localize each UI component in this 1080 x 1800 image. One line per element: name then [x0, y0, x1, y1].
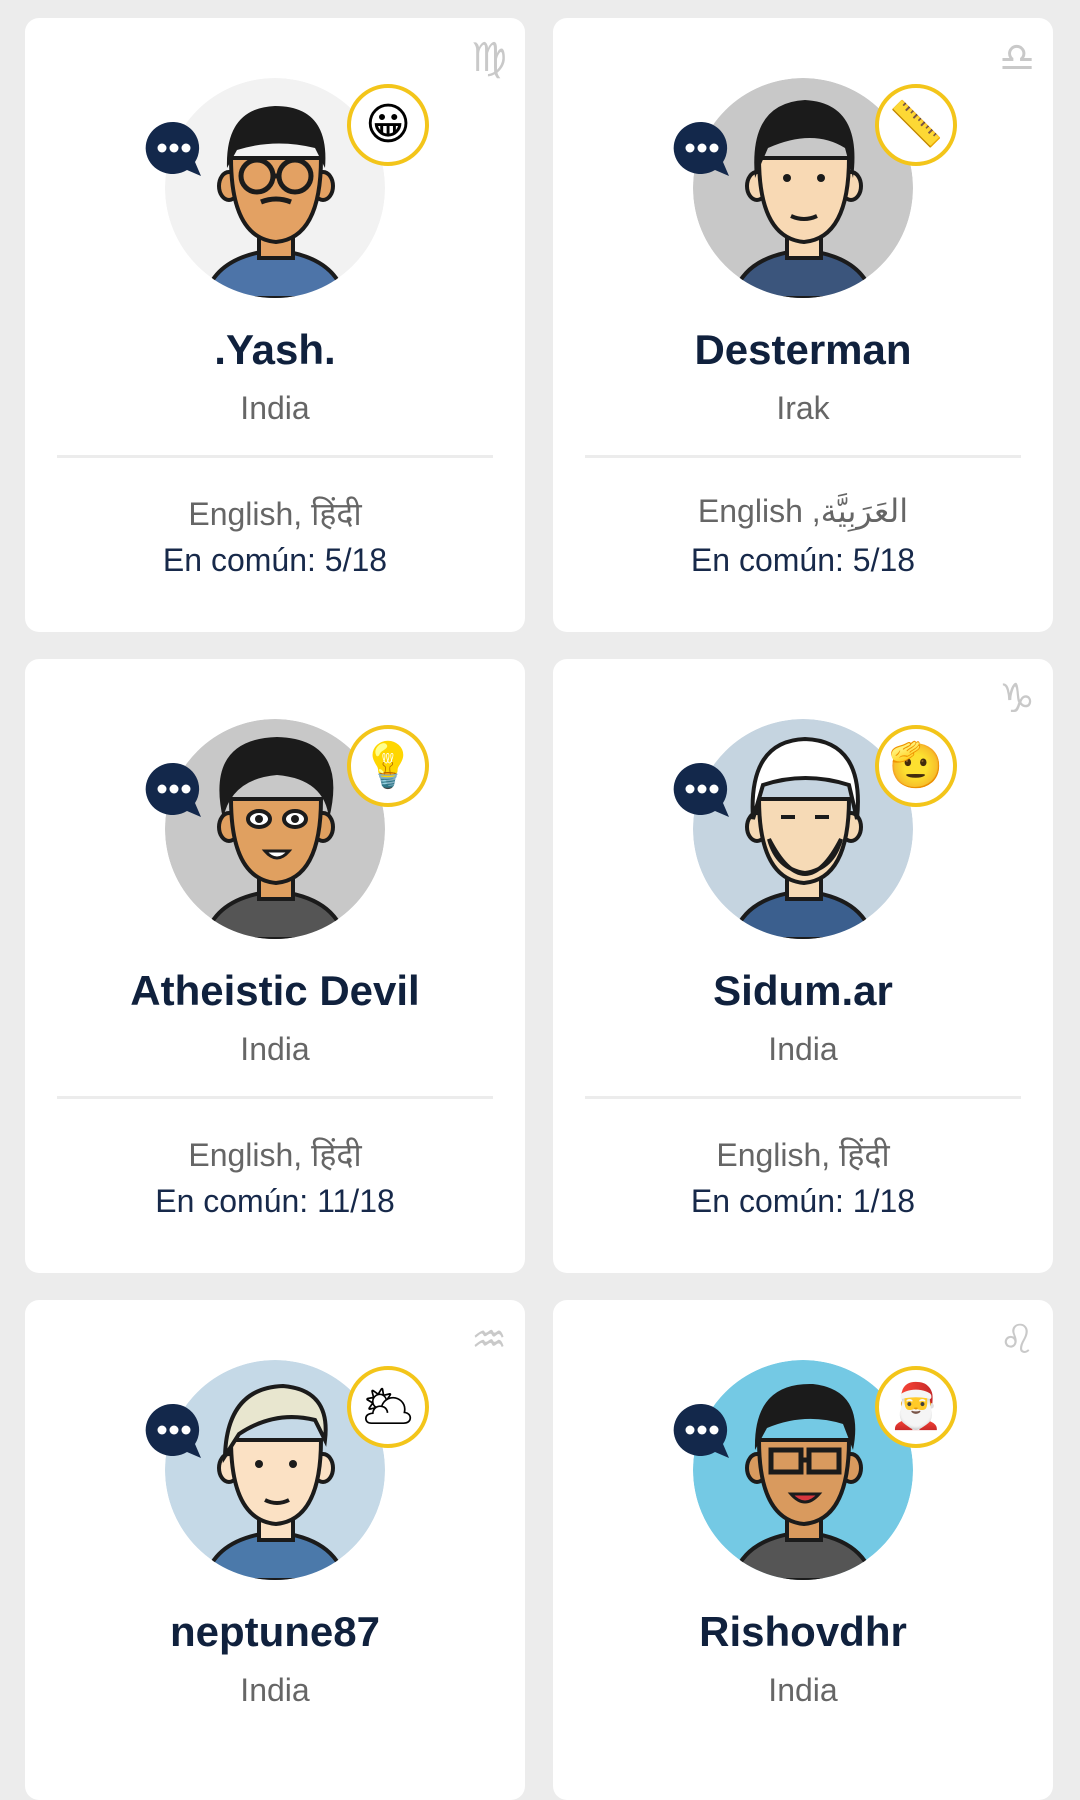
languages-label: English, हिंदी — [188, 1137, 362, 1173]
common-count-label: En común: 11/18 — [155, 1183, 395, 1219]
partner-grid: ♍ 😀 .Yash. India English, हिंदी En común: 5/1… — [0, 0, 1080, 1800]
username: Desterman — [694, 326, 912, 373]
light-bulb-icon: 💡 — [347, 725, 429, 807]
chat-bubble-icon[interactable] — [671, 118, 733, 180]
santa-claus-icon: 🎅 — [875, 1366, 957, 1448]
languages-label: English ,العَرَبِيَّة — [697, 493, 909, 529]
divider — [585, 455, 1021, 458]
country-label: India — [768, 1031, 838, 1067]
username: .Yash. — [214, 326, 336, 373]
country-label: India — [240, 1672, 310, 1708]
avatar-group[interactable]: 😀 — [145, 78, 429, 298]
avatar-group[interactable]: 🫡 — [673, 719, 957, 939]
chat-bubble-icon[interactable] — [143, 118, 205, 180]
divider — [57, 1096, 493, 1099]
common-count-label: En común: 5/18 — [690, 542, 916, 578]
divider — [585, 1096, 1021, 1099]
avatar-group[interactable]: 💡 — [145, 719, 429, 939]
common-count-label: En común: 5/18 — [162, 542, 388, 578]
virgo-icon: ♍ — [471, 35, 507, 81]
chat-bubble-icon[interactable] — [143, 759, 205, 821]
username: Sidum.ar — [713, 967, 893, 1014]
emoji-glyph: 📏 — [888, 99, 944, 150]
profile-card[interactable]: ♒ 🌥 neptune87 India — [25, 1300, 525, 1800]
username: Atheistic Devil — [130, 967, 420, 1014]
grinning-face-icon: 😀 — [347, 84, 429, 166]
avatar-group[interactable]: 🎅 — [673, 1360, 957, 1580]
chat-bubble-icon[interactable] — [143, 1400, 205, 1462]
emoji-glyph: 😀 — [365, 99, 411, 150]
profile-card[interactable]: ♎ 📏 Desterman Irak English ,العَرَبِيَّة En c… — [553, 18, 1053, 632]
emoji-glyph: 🌥 — [360, 1381, 416, 1432]
country-label: India — [240, 390, 310, 426]
avatar-group[interactable]: 🌥 — [145, 1360, 429, 1580]
leo-icon: ♌ — [999, 1317, 1035, 1363]
chat-bubble-icon[interactable] — [671, 759, 733, 821]
username: Rishovdhr — [699, 1608, 907, 1655]
country-label: India — [768, 1672, 838, 1708]
saluting-face-icon: 🫡 — [875, 725, 957, 807]
emoji-glyph: 💡 — [360, 740, 416, 791]
country-label: Irak — [776, 390, 830, 426]
libra-icon: ♎ — [999, 35, 1035, 81]
languages-label: English, हिंदी — [716, 1137, 890, 1173]
aquarius-icon: ♒ — [471, 1317, 507, 1363]
emoji-glyph: 🫡 — [888, 740, 944, 791]
profile-card[interactable]: ♍ 😀 .Yash. India English, हिंदी En común: 5/1… — [25, 18, 525, 632]
divider — [57, 455, 493, 458]
username: neptune87 — [169, 1608, 381, 1655]
profile-card[interactable]: ♑ 🫡 Sidum.ar India English, हिंदी En común: 1… — [553, 659, 1053, 1273]
chat-bubble-icon[interactable] — [671, 1400, 733, 1462]
languages-label: English, हिंदी — [188, 496, 362, 532]
avatar-group[interactable]: 📏 — [673, 78, 957, 298]
emoji-glyph: 🎅 — [888, 1381, 944, 1432]
profile-card[interactable]: 💡 Atheistic Devil India English, हिंदी En co… — [25, 659, 525, 1273]
country-label: India — [240, 1031, 310, 1067]
common-count-label: En común: 1/18 — [690, 1183, 916, 1219]
capricorn-icon: ♑ — [999, 676, 1035, 722]
profile-card[interactable]: ♌ 🎅 Rishovdhr India — [553, 1300, 1053, 1800]
ruler-icon: 📏 — [875, 84, 957, 166]
sun-behind-cloud-icon: 🌥 — [347, 1366, 429, 1448]
